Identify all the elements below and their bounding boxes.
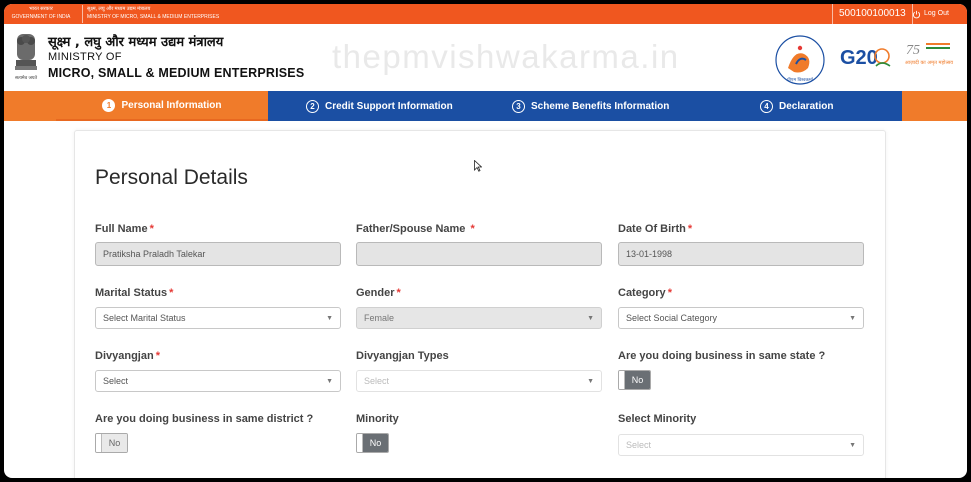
same-state-label: Are you doing business in same state ? — [618, 350, 826, 362]
marital-status-value: Select Marital Status — [103, 313, 186, 323]
chevron-down-icon: ▼ — [326, 314, 333, 322]
father-spouse-name-label: Father/Spouse Name * — [356, 223, 475, 235]
divyangjan-types-select[interactable]: Select ▼ — [356, 370, 602, 392]
page-title: Personal Details — [95, 166, 248, 189]
gov-english: GOVERNMENT OF INDIA — [11, 14, 71, 20]
divyangjan-label: Divyangjan * — [95, 350, 160, 362]
marital-status-select[interactable]: Select Marital Status ▼ — [95, 307, 341, 329]
g20-logo: G20 — [840, 47, 891, 69]
mouse-cursor-icon — [474, 160, 482, 172]
step-number: 3 — [512, 99, 525, 113]
divyangjan-types-value: Select — [364, 376, 390, 386]
azadi-text: आज़ादी का अमृत महोत्सव — [905, 59, 953, 66]
svg-text:75: 75 — [906, 43, 920, 58]
watermark: thepmvishwakarma.in — [332, 38, 680, 75]
emblem-caption: सत्यमेव जयते — [15, 74, 38, 81]
header: सत्यमेव जयते सूक्ष्म , लघु और मध्यम उद्य… — [4, 24, 967, 92]
ministry-hindi-small: सूक्ष्म, लघु और मध्यम उद्यम मंत्रालय — [87, 6, 151, 12]
same-state-value: No — [625, 371, 650, 389]
step-declaration[interactable]: 4 Declaration — [760, 91, 833, 121]
personal-details-card: Personal Details Full Name * Pratiksha Pr… — [74, 130, 886, 478]
minority-toggle[interactable]: No — [356, 433, 389, 453]
gender-label: Gender * — [356, 287, 401, 299]
same-state-toggle[interactable]: No — [618, 370, 651, 390]
minority-value: No — [363, 434, 388, 452]
logout-label: Log Out — [924, 10, 949, 17]
top-bar: भारत सरकार GOVERNMENT OF INDIA सूक्ष्म, … — [4, 4, 967, 24]
step-navigation: 1 Personal Information 2 Credit Support … — [4, 91, 967, 121]
step-number: 4 — [760, 99, 773, 113]
full-name-label: Full Name * — [95, 223, 154, 235]
national-emblem-icon: सत्यमेव जयते — [15, 34, 38, 81]
gov-of-india-block: भारत सरकार GOVERNMENT OF INDIA — [6, 5, 76, 23]
user-id: 500100100013 — [832, 4, 913, 24]
chevron-down-icon: ▼ — [587, 377, 594, 385]
ministry-name: MICRO, SMALL & MEDIUM ENTERPRISES — [48, 66, 305, 80]
azadi-amrit-mahotsav-logo: 75 आज़ादी का अमृत महोत्सव — [905, 43, 953, 66]
gender-value: Female — [364, 313, 395, 323]
step-personal-information[interactable]: 1 Personal Information — [56, 91, 268, 121]
full-name-field[interactable]: Pratiksha Praladh Talekar — [95, 242, 341, 266]
ministry-hindi-title: सूक्ष्म , लघु और मध्यम उद्यम मंत्रालय — [48, 35, 224, 50]
step-label: Credit Support Information — [325, 100, 453, 112]
divyangjan-value: Select — [103, 376, 129, 386]
ministry-english-small: MINISTRY OF MICRO, SMALL & MEDIUM ENTERP… — [87, 14, 220, 20]
app-window: भारत सरकार GOVERNMENT OF INDIA सूक्ष्म, … — [4, 4, 967, 478]
chevron-down-icon: ▼ — [849, 314, 856, 322]
select-minority-label: Select Minority — [618, 413, 697, 425]
chevron-down-icon: ▼ — [326, 377, 333, 385]
step-label: Scheme Benefits Information — [531, 100, 670, 112]
gov-hindi: भारत सरकार — [29, 6, 53, 12]
chevron-down-icon: ▼ — [849, 441, 856, 449]
divyangjan-types-label: Divyangjan Types — [356, 350, 449, 362]
pm-vishwakarma-logo: पीएम विश्वकर्मा — [775, 35, 825, 85]
minority-label: Minority — [356, 413, 399, 425]
chevron-down-icon: ▼ — [587, 314, 594, 322]
date-of-birth-field[interactable]: 13-01-1998 — [618, 242, 864, 266]
father-spouse-name-field[interactable] — [356, 242, 602, 266]
ministry-of-text: MINISTRY OF — [48, 51, 122, 63]
power-icon — [912, 10, 921, 18]
marital-status-label: Marital Status * — [95, 287, 174, 299]
category-value: Select Social Category — [626, 313, 718, 323]
step-nav-left-accent — [4, 91, 56, 121]
logout-button[interactable]: Log Out — [912, 4, 949, 24]
divyangjan-select[interactable]: Select ▼ — [95, 370, 341, 392]
step-number: 2 — [306, 99, 319, 113]
select-minority-value: Select — [626, 440, 652, 450]
g20-text: G20 — [840, 47, 878, 69]
step-label: Declaration — [779, 100, 834, 112]
gender-select[interactable]: Female ▼ — [356, 307, 602, 329]
step-label: Personal Information — [121, 99, 222, 111]
vishwakarma-logo-text: पीएम विश्वकर्मा — [787, 76, 814, 83]
ministry-block: सूक्ष्म, लघु और मध्यम उद्यम मंत्रालय MIN… — [82, 5, 227, 23]
date-of-birth-label: Date Of Birth * — [618, 223, 693, 235]
category-label: Category * — [618, 287, 672, 299]
select-minority-select[interactable]: Select ▼ — [618, 434, 864, 456]
step-scheme-benefits-information[interactable]: 3 Scheme Benefits Information — [512, 91, 669, 121]
step-number: 1 — [102, 98, 116, 112]
step-nav-right-accent — [902, 91, 967, 121]
category-select[interactable]: Select Social Category ▼ — [618, 307, 864, 329]
same-district-toggle[interactable]: No — [95, 433, 128, 453]
step-credit-support-information[interactable]: 2 Credit Support Information — [306, 91, 453, 121]
same-district-value: No — [102, 434, 127, 452]
same-district-label: Are you doing business in same district … — [95, 413, 314, 425]
